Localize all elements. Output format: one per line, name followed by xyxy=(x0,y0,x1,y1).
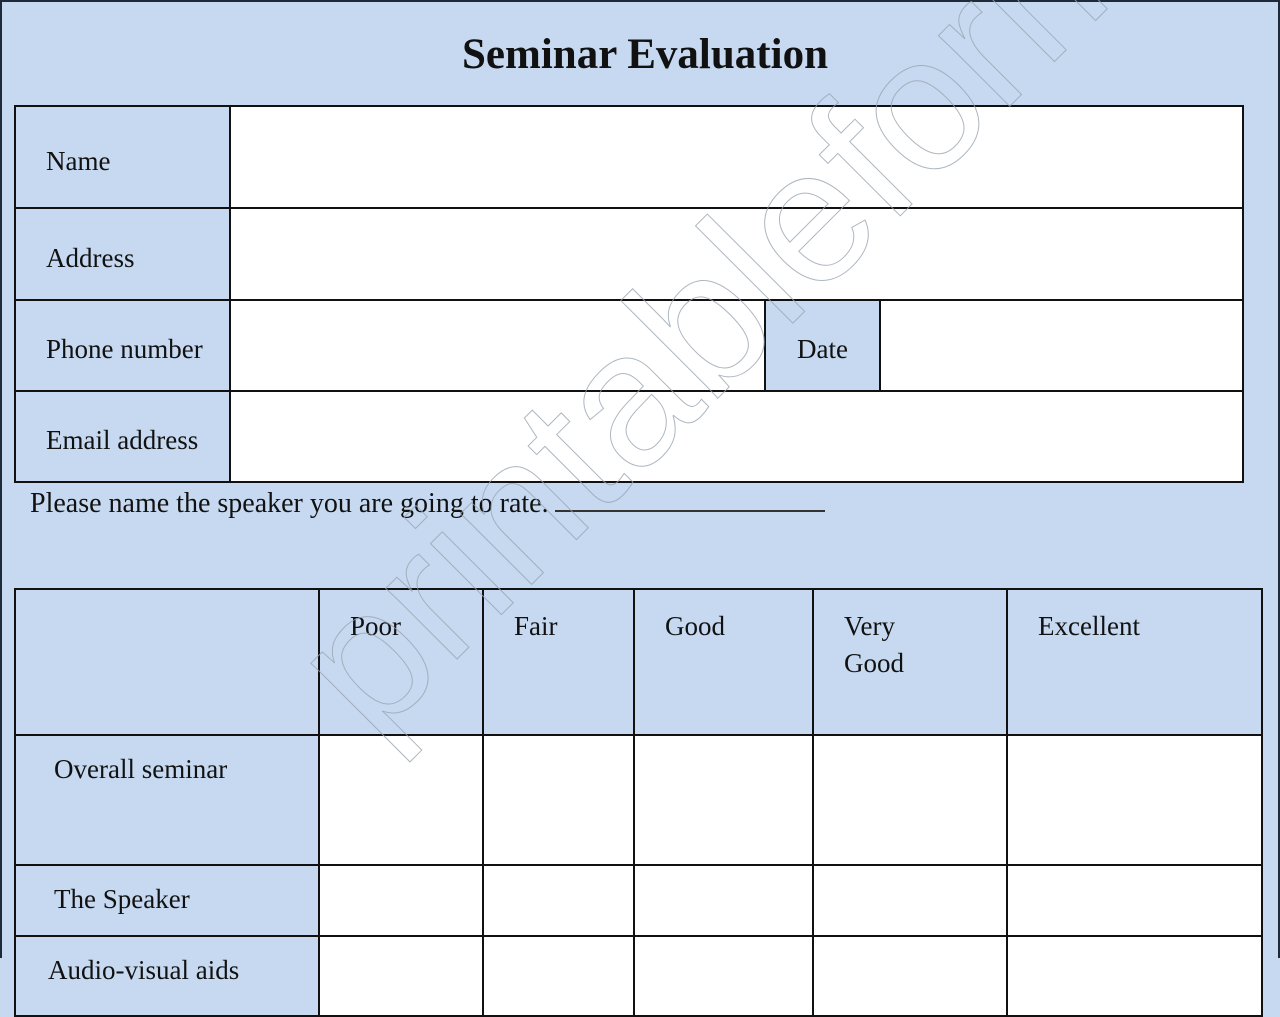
rating-cell[interactable] xyxy=(318,935,484,1017)
row-label-overall-seminar: Overall seminar xyxy=(14,734,320,866)
phone-label: Phone number xyxy=(14,299,231,392)
rating-cell[interactable] xyxy=(1006,734,1263,866)
speaker-name-blank[interactable] xyxy=(554,484,825,512)
rating-cell[interactable] xyxy=(482,734,635,866)
rating-cell[interactable] xyxy=(318,734,484,866)
rating-cell[interactable] xyxy=(1006,935,1263,1017)
row-label-the-speaker: The Speaker xyxy=(14,864,320,937)
rating-cell[interactable] xyxy=(812,864,1008,937)
rating-cell[interactable] xyxy=(812,734,1008,866)
col-header-poor: Poor xyxy=(318,588,484,736)
email-label: Email address xyxy=(14,390,231,483)
name-label: Name xyxy=(14,105,231,209)
table-row: Audio-visual aids xyxy=(14,935,1263,1017)
name-field[interactable] xyxy=(229,105,1244,209)
rating-cell[interactable] xyxy=(482,864,635,937)
address-field[interactable] xyxy=(229,207,1244,301)
col-header-fair: Fair xyxy=(482,588,635,736)
col-header-good: Good xyxy=(633,588,814,736)
ratings-table: Poor Fair Good Very Good Excellent Overa… xyxy=(14,588,1263,1017)
date-label: Date xyxy=(764,299,881,392)
rating-cell[interactable] xyxy=(1006,864,1263,937)
table-row: The Speaker xyxy=(14,864,1263,937)
table-row: Overall seminar xyxy=(14,734,1263,866)
rating-cell[interactable] xyxy=(318,864,484,937)
row-label-audio-visual-aids: Audio-visual aids xyxy=(14,935,320,1017)
rating-cell[interactable] xyxy=(482,935,635,1017)
phone-field[interactable] xyxy=(229,299,766,392)
speaker-prompt: Please name the speaker you are going to… xyxy=(30,484,825,520)
rating-cell[interactable] xyxy=(633,864,814,937)
col-header-excellent: Excellent xyxy=(1006,588,1263,736)
header-corner xyxy=(14,588,320,736)
personal-info-table: Name Address Phone number Date Email add… xyxy=(14,105,1244,483)
address-label: Address xyxy=(14,207,231,301)
rating-cell[interactable] xyxy=(812,935,1008,1017)
email-field[interactable] xyxy=(229,390,1244,483)
date-field[interactable] xyxy=(879,299,1244,392)
rating-cell[interactable] xyxy=(633,935,814,1017)
speaker-prompt-text: Please name the speaker you are going to… xyxy=(30,488,549,519)
rating-cell[interactable] xyxy=(633,734,814,866)
col-header-very-good: Very Good xyxy=(812,588,1008,736)
page-title: Seminar Evaluation xyxy=(462,31,828,78)
